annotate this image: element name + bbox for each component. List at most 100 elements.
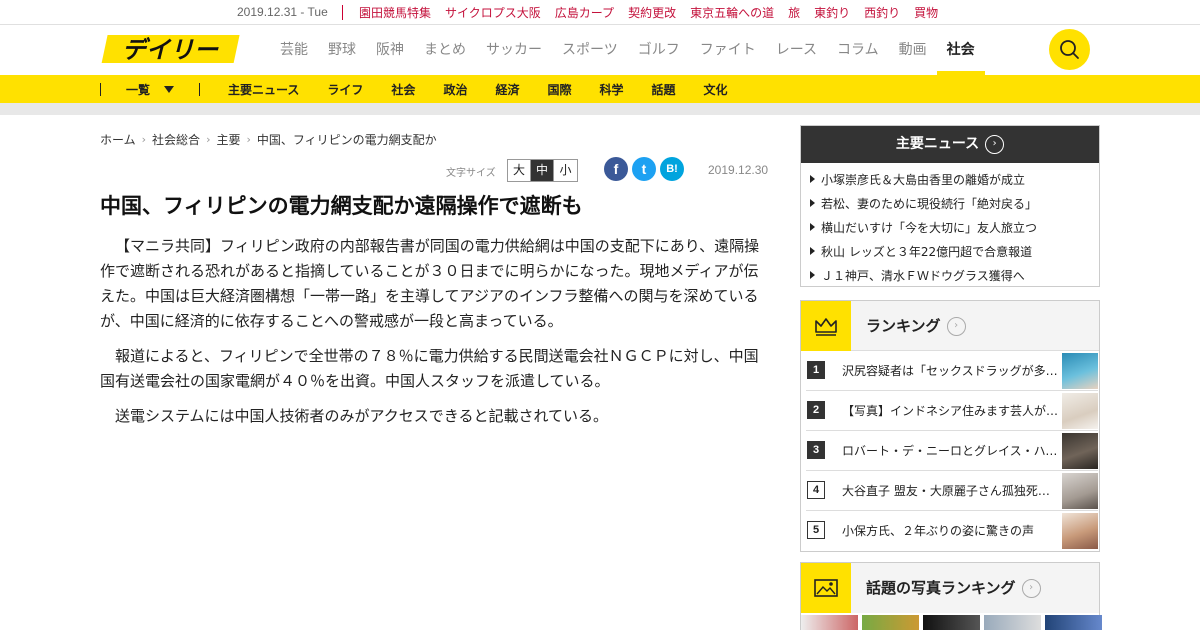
site-header: デイリー 芸能 野球 阪神 まとめ サッカー スポーツ ゴルフ ファイト レース… [0, 25, 1200, 75]
ranking-item[interactable]: 3 ロバート・デ・ニーロとグレイス・ハイタワー [806, 431, 1098, 471]
top-link-cyclops[interactable]: サイクロプス大阪 [445, 4, 541, 21]
nav-sports[interactable]: スポーツ [562, 25, 618, 75]
list-dropdown[interactable]: 一覧 [126, 81, 175, 98]
top-link-travel[interactable]: 旅 [788, 4, 800, 21]
ranking-item[interactable]: 4 大谷直子 盟友・大原麗子さん孤独死の真相 [806, 471, 1098, 511]
breadcrumb-current: 中国、フィリピンの電力網支配か [256, 133, 437, 147]
photo-ranking-header[interactable]: 話題の写真ランキング › [801, 563, 1099, 613]
article-paragraph: 送電システムには中国人技術者のみがアクセスできると記載されている。 [115, 407, 609, 425]
search-icon [1060, 40, 1079, 59]
font-size-small-button[interactable]: 小 [554, 160, 577, 181]
nav-geino[interactable]: 芸能 [280, 25, 308, 75]
major-news-title: 主要ニュース [895, 136, 980, 152]
list-item[interactable]: 横山だいすけ「今を大切に」友人旅立つ [810, 216, 1099, 240]
ranking-box: ランキング › 1 沢尻容疑者は「セックスドラッグが多数」 2 【写真】インドネシ… [800, 300, 1100, 552]
subnav-science[interactable]: 科学 [599, 81, 623, 98]
chevron-right-icon: › [141, 133, 147, 146]
list-item[interactable]: 若松、妻のために現役続行「絶対戻る」 [810, 192, 1099, 216]
breadcrumb-main[interactable]: 主要 [216, 131, 240, 148]
subnav-economy[interactable]: 経済 [495, 81, 519, 98]
ranking-item-title: 大谷直子 盟友・大原麗子さん孤独死の真相 [842, 484, 1060, 498]
breadcrumb: ホーム › 社会総合 › 主要 › 中国、フィリピンの電力網支配か [100, 131, 437, 148]
photo-ranking-box: 話題の写真ランキング › [800, 562, 1102, 630]
subnav-life[interactable]: ライフ [327, 81, 363, 98]
nav-golf[interactable]: ゴルフ [638, 25, 680, 75]
divider [199, 83, 200, 96]
crown-icon [801, 301, 851, 351]
arrow-right-icon: › [1021, 579, 1041, 598]
search-button[interactable] [1049, 29, 1090, 70]
nav-matome[interactable]: まとめ [424, 25, 466, 75]
twitter-share-icon[interactable]: t [632, 157, 656, 181]
triangle-right-icon [810, 247, 815, 255]
hatena-bookmark-icon[interactable]: B! [660, 157, 684, 181]
nav-yakyu[interactable]: 野球 [328, 25, 356, 75]
ranking-item[interactable]: 2 【写真】インドネシア住みます芸人が結婚 [806, 391, 1098, 431]
nav-video[interactable]: 動画 [899, 25, 927, 75]
image-icon [801, 563, 851, 613]
nav-soccer[interactable]: サッカー [486, 25, 542, 75]
facebook-share-icon[interactable]: f [604, 157, 628, 181]
breadcrumb-home[interactable]: ホーム [100, 131, 136, 148]
ranking-item[interactable]: 5 小保方氏、２年ぶりの姿に驚きの声 [806, 511, 1098, 551]
font-size-medium-button[interactable]: 中 [531, 160, 554, 181]
subnav-topics[interactable]: 話題 [652, 81, 676, 98]
top-link-east-fishing[interactable]: 東釣り [814, 4, 850, 21]
subnav-international[interactable]: 国際 [547, 81, 571, 98]
triangle-right-icon [810, 271, 815, 279]
nav-fight[interactable]: ファイト [700, 25, 756, 75]
subnav-politics[interactable]: 政治 [443, 81, 467, 98]
photo-thumbnail[interactable] [1045, 615, 1102, 630]
photo-ranking-title: 話題の写真ランキング [866, 579, 1016, 597]
news-link: 秋山 レッズと３年22億円超で合意報道 [821, 245, 1033, 259]
font-size-large-button[interactable]: 大 [508, 160, 531, 181]
logo-text: デイリー [122, 36, 219, 64]
top-link-contract[interactable]: 契約更改 [628, 4, 676, 21]
nav-hanshin[interactable]: 阪神 [376, 25, 404, 75]
current-date: 2019.12.31 - Tue [237, 5, 328, 19]
divider [100, 83, 101, 96]
nav-race[interactable]: レース [776, 25, 817, 75]
photo-thumbnail[interactable] [984, 615, 1041, 630]
ranking-title: ランキング [866, 317, 941, 335]
ranking-item-title: 小保方氏、２年ぶりの姿に驚きの声 [842, 524, 1035, 538]
major-news-header[interactable]: 主要ニュース › [801, 126, 1099, 163]
ranking-item-title: 【写真】インドネシア住みます芸人が結婚 [842, 404, 1060, 418]
photo-thumbnail[interactable] [801, 615, 858, 630]
top-link-sonoda[interactable]: 園田競馬特集 [359, 4, 431, 21]
triangle-right-icon [810, 199, 815, 207]
photo-thumbnail[interactable] [923, 615, 980, 630]
font-size-buttons: 大 中 小 [507, 159, 578, 182]
sub-nav-items: 主要ニュース ライフ 社会 政治 経済 国際 科学 話題 文化 [228, 81, 756, 98]
nav-column[interactable]: コラム [837, 25, 879, 75]
ranking-thumbnail [1062, 513, 1098, 549]
chevron-right-icon: › [246, 133, 251, 146]
ranking-thumbnail [1062, 433, 1098, 469]
photo-thumbnail[interactable] [862, 615, 919, 630]
divider [342, 5, 343, 20]
article-body: 【マニラ共同】フィリピン政府の内部報告書が同国の電力供給網は中国の支配下にあり、… [100, 234, 772, 439]
photo-thumbnails [801, 615, 1102, 630]
top-link-shopping[interactable]: 買物 [914, 4, 938, 21]
subnav-major-news[interactable]: 主要ニュース [228, 81, 299, 98]
nav-society[interactable]: 社会 [936, 25, 985, 75]
article-date: 2019.12.30 [708, 163, 769, 177]
top-link-olympics[interactable]: 東京五輪への道 [690, 4, 774, 21]
top-link-carp[interactable]: 広島カープ [555, 4, 614, 21]
ranking-item[interactable]: 1 沢尻容疑者は「セックスドラッグが多数」 [806, 351, 1098, 391]
ranking-header[interactable]: ランキング › [801, 301, 1099, 351]
list-item[interactable]: Ｊ１神戸、清水ＦＷドウグラス獲得へ [810, 264, 1099, 288]
top-links: 園田競馬特集 サイクロプス大阪 広島カープ 契約更改 東京五輪への道 旅 東釣り… [359, 4, 952, 21]
main-nav: 芸能 野球 阪神 まとめ サッカー スポーツ ゴルフ ファイト レース コラム … [280, 25, 995, 75]
list-item[interactable]: 小塚崇彦氏＆大島由香里の離婚が成立 [810, 168, 1099, 192]
header-band [0, 103, 1200, 115]
triangle-right-icon [810, 175, 815, 183]
article-paragraph: 報道によると、フィリピンで全世帯の７８％に電力供給する民間送電会社ＮＧＣＰに対し… [100, 347, 759, 390]
daily-logo[interactable]: デイリー [100, 33, 240, 65]
list-item[interactable]: 秋山 レッズと３年22億円超で合意報道 [810, 240, 1099, 264]
subnav-culture[interactable]: 文化 [704, 81, 728, 98]
top-link-west-fishing[interactable]: 西釣り [864, 4, 900, 21]
major-news-list: 小塚崇彦氏＆大島由香里の離婚が成立 若松、妻のために現役続行「絶対戻る」 横山だ… [801, 163, 1099, 288]
breadcrumb-society-general[interactable]: 社会総合 [152, 131, 200, 148]
subnav-society[interactable]: 社会 [391, 81, 415, 98]
